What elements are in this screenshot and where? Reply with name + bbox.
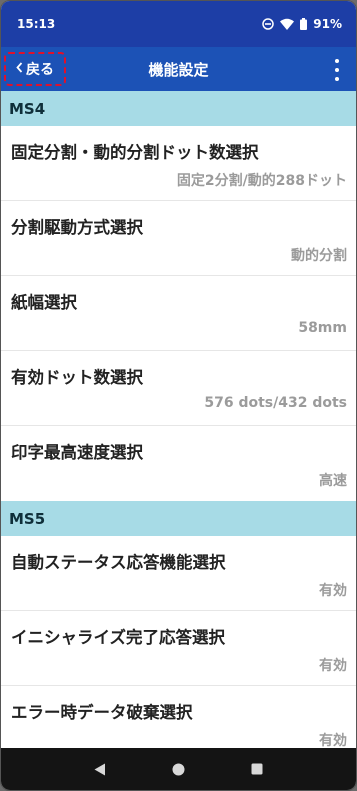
app-bar: 戻る 機能設定 (1, 47, 356, 91)
item-label: イニシャライズ完了応答選択 (11, 628, 226, 647)
item-value: 有効 (319, 583, 347, 599)
item-value: 58mm (298, 320, 347, 336)
navigation-bar (1, 748, 356, 790)
item-label: 紙幅選択 (11, 293, 77, 312)
item-value: 576 dots/432 dots (204, 395, 347, 411)
item-label: 印字最高速度選択 (11, 443, 143, 462)
list-item[interactable]: 固定分割・動的分割ドット数選択 固定2分割/動的288ドット (1, 126, 356, 201)
list-item[interactable]: 分割駆動方式選択 動的分割 (1, 201, 356, 276)
item-label: 有効ドット数選択 (11, 368, 143, 387)
item-label: 固定分割・動的分割ドット数選択 (11, 143, 259, 162)
status-time: 15:13 (17, 17, 56, 31)
battery-percent: 91% (313, 17, 342, 31)
item-value: 有効 (319, 733, 347, 748)
more-vert-icon[interactable] (332, 59, 342, 81)
item-value: 高速 (319, 473, 347, 489)
recents-square-icon[interactable] (242, 754, 272, 784)
list-item[interactable]: エラー時データ破棄選択 有効 (1, 686, 356, 748)
status-bar: 15:13 91% (1, 1, 356, 47)
phone-screen: 15:13 91% 戻る 機能設定 MS4 固定分割・動的分割ドット数選択 固定… (0, 0, 357, 791)
status-icons: 91% (262, 17, 342, 31)
item-label: 自動ステータス応答機能選択 (11, 553, 226, 572)
list-item[interactable]: 印字最高速度選択 高速 (1, 426, 356, 501)
page-title: 機能設定 (148, 60, 209, 79)
list-item[interactable]: 自動ステータス応答機能選択 有効 (1, 536, 356, 611)
item-value: 動的分割 (291, 248, 347, 264)
list-item[interactable]: 紙幅選択 58mm (1, 276, 356, 351)
battery-icon (300, 18, 308, 30)
list-item[interactable]: 有効ドット数選択 576 dots/432 dots (1, 351, 356, 426)
item-label: エラー時データ破棄選択 (11, 703, 193, 722)
home-circle-icon[interactable] (163, 754, 193, 784)
section-header-ms5: MS5 (1, 501, 356, 536)
wifi-icon (280, 18, 295, 30)
back-triangle-icon[interactable] (85, 754, 115, 784)
section-header-ms4: MS4 (1, 91, 356, 126)
item-label: 分割駆動方式選択 (11, 218, 143, 237)
settings-list: MS4 固定分割・動的分割ドット数選択 固定2分割/動的288ドット 分割駆動方… (1, 91, 356, 748)
item-value: 固定2分割/動的288ドット (176, 173, 347, 189)
list-item[interactable]: イニシャライズ完了応答選択 有効 (1, 611, 356, 686)
do-not-disturb-icon (262, 18, 275, 30)
item-value: 有効 (319, 658, 347, 674)
